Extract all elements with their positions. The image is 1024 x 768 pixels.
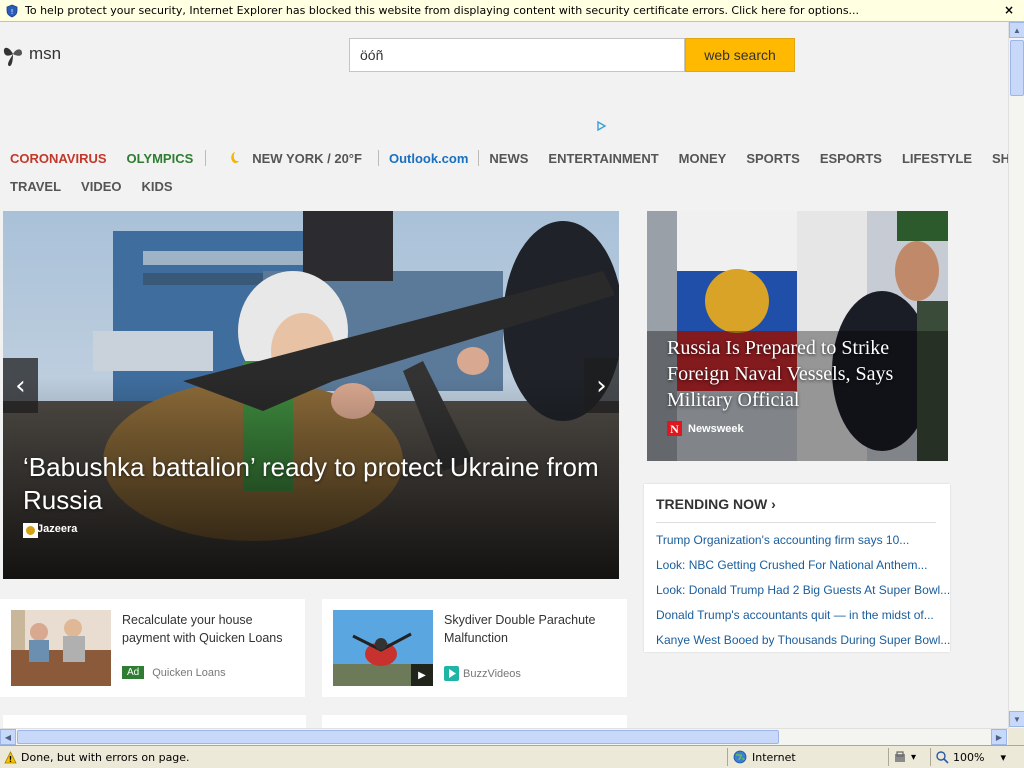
- play-icon[interactable]: ▶: [411, 664, 433, 686]
- ad-badge: Ad: [122, 666, 145, 679]
- trending-item[interactable]: Kanye West Booed by Thousands During Sup…: [656, 630, 950, 655]
- ad-source[interactable]: Quicken Loans: [152, 667, 225, 679]
- video-source[interactable]: BuzzVideos: [463, 668, 521, 680]
- nav-separator: [377, 150, 379, 166]
- side-story[interactable]: Russia Is Prepared to Strike Foreign Nav…: [647, 211, 948, 461]
- status-message[interactable]: ! Done, but with errors on page.: [4, 751, 190, 764]
- hero-source[interactable]: Al Jazeera: [23, 523, 77, 538]
- moon-weather-icon: [231, 152, 240, 164]
- nav-row-1: CORONAVIRUS OLYMPICS NEW YORK / 20°F Out…: [10, 148, 1008, 168]
- hero-image: [3, 211, 619, 579]
- chevron-down-icon: ▾: [1000, 750, 1006, 764]
- globe-icon: [733, 750, 747, 764]
- trending-item[interactable]: Look: NBC Getting Crushed For National A…: [656, 555, 950, 580]
- ad-card-meta: Ad Quicken Loans: [122, 666, 226, 679]
- nav-coronavirus[interactable]: CORONAVIRUS: [10, 151, 107, 166]
- vertical-scrollbar[interactable]: ▲ ▼: [1008, 22, 1024, 728]
- trending-item[interactable]: Donald Trump's accountants quit — in the…: [656, 605, 950, 630]
- page-viewport: msn web search CORONAVIRUS OLYMPICS NEW …: [0, 22, 1008, 728]
- status-bar: ! Done, but with errors on page. Interne…: [0, 745, 1024, 768]
- scroll-right-button[interactable]: ▶: [991, 729, 1007, 745]
- trending-list: Trump Organization's accounting firm say…: [656, 530, 950, 655]
- nav-sports[interactable]: SPORTS: [746, 151, 799, 166]
- family-image: [11, 610, 111, 686]
- video-card-meta: BuzzVideos: [444, 666, 521, 681]
- scroll-up-button[interactable]: ▲: [1009, 22, 1024, 38]
- carousel-prev-button[interactable]: ‹: [3, 358, 38, 413]
- web-search-button[interactable]: web search: [685, 38, 795, 72]
- nav-weather[interactable]: NEW YORK / 20°F: [252, 151, 362, 166]
- ad-card[interactable]: Recalculate your house payment with Quic…: [0, 599, 305, 697]
- side-story-source[interactable]: N Newsweek: [667, 421, 744, 436]
- msn-logo[interactable]: msn: [2, 40, 61, 68]
- trending-panel: TRENDING NOW › Trump Organization's acco…: [644, 484, 950, 652]
- search-bar: web search: [349, 38, 795, 72]
- svg-text:N: N: [670, 422, 679, 436]
- trending-item[interactable]: Trump Organization's accounting firm say…: [656, 530, 950, 555]
- horizontal-scrollbar[interactable]: ◀ ▶: [0, 728, 1008, 745]
- nav-separator: [478, 150, 480, 166]
- trending-item[interactable]: Look: Donald Trump Had 2 Big Guests At S…: [656, 580, 950, 605]
- infobar-message: To help protect your security, Internet …: [25, 4, 860, 17]
- nav-esports[interactable]: ESPORTS: [820, 151, 882, 166]
- nav-video[interactable]: VIDEO: [81, 179, 121, 194]
- carousel-next-button[interactable]: ›: [584, 358, 619, 413]
- trending-heading[interactable]: TRENDING NOW ›: [656, 496, 776, 512]
- horizontal-scroll-thumb[interactable]: [17, 730, 779, 744]
- nav-travel[interactable]: TRAVEL: [10, 179, 61, 194]
- logo-text: msn: [29, 44, 62, 63]
- vertical-scroll-thumb[interactable]: [1010, 40, 1024, 96]
- next-card-placeholder: [322, 715, 627, 728]
- main-nav: CORONAVIRUS OLYMPICS NEW YORK / 20°F Out…: [0, 144, 1008, 206]
- shield-icon: !: [6, 4, 18, 17]
- divider: [656, 522, 936, 523]
- nav-shopping[interactable]: SHOPPI: [992, 151, 1008, 166]
- chevron-down-icon: ▾: [911, 751, 917, 763]
- chevron-right-icon: ›: [771, 496, 776, 512]
- side-story-headline[interactable]: Russia Is Prepared to Strike Foreign Nav…: [667, 335, 937, 413]
- nav-lifestyle[interactable]: LIFESTYLE: [902, 151, 972, 166]
- zone-label: Internet: [752, 750, 796, 764]
- newsweek-logo-icon: N: [667, 421, 682, 436]
- security-infobar[interactable]: ! To help protect your security, Interne…: [0, 0, 1024, 22]
- butterfly-logo-icon: [3, 47, 22, 67]
- ad-thumbnail: [11, 610, 111, 686]
- warning-icon: !: [4, 751, 17, 764]
- nav-money[interactable]: MONEY: [679, 151, 727, 166]
- infobar-close-icon[interactable]: ×: [1004, 3, 1014, 17]
- nav-kids[interactable]: KIDS: [142, 179, 173, 194]
- hero-headline[interactable]: ‘Babushka battalion’ ready to protect Uk…: [23, 451, 603, 517]
- protected-mode-icon: [895, 751, 905, 762]
- buzzvideos-logo-icon: [444, 666, 459, 681]
- ad-card-title[interactable]: Recalculate your house payment with Quic…: [122, 611, 298, 647]
- zoom-icon: [936, 750, 949, 764]
- nav-olympics[interactable]: OLYMPICS: [127, 151, 194, 166]
- nav-separator: [205, 150, 207, 166]
- scrollbar-corner: [1008, 728, 1024, 745]
- scroll-down-button[interactable]: ▼: [1009, 711, 1024, 727]
- zoom-level: 100%: [953, 750, 985, 764]
- zoom-control[interactable]: 100% ▾: [930, 748, 1024, 766]
- video-thumbnail: ▶: [333, 610, 433, 686]
- nav-outlook[interactable]: Outlook.com: [389, 151, 468, 166]
- security-zone[interactable]: Internet: [727, 748, 887, 766]
- next-card-placeholder: [3, 715, 306, 728]
- search-input[interactable]: [349, 38, 685, 72]
- protected-mode-indicator[interactable]: ▾: [888, 748, 928, 766]
- status-text: Done, but with errors on page.: [21, 751, 190, 764]
- adchoices-icon[interactable]: [596, 121, 606, 131]
- al-jazeera-logo-icon: [23, 523, 38, 538]
- svg-text:!: !: [11, 8, 14, 16]
- trending-heading-label: TRENDING NOW: [656, 496, 768, 512]
- nav-row-2: TRAVEL VIDEO KIDS: [10, 176, 193, 196]
- scroll-left-button[interactable]: ◀: [0, 729, 16, 745]
- nav-entertainment[interactable]: ENTERTAINMENT: [548, 151, 658, 166]
- svg-text:!: !: [9, 755, 13, 764]
- hero-story[interactable]: ‹ › ‘Babushka battalion’ ready to protec…: [3, 211, 619, 579]
- video-card-title[interactable]: Skydiver Double Parachute Malfunction: [444, 611, 620, 647]
- nav-news[interactable]: NEWS: [489, 151, 528, 166]
- side-story-source-name: Newsweek: [688, 422, 744, 435]
- video-card[interactable]: ▶ Skydiver Double Parachute Malfunction …: [322, 599, 627, 697]
